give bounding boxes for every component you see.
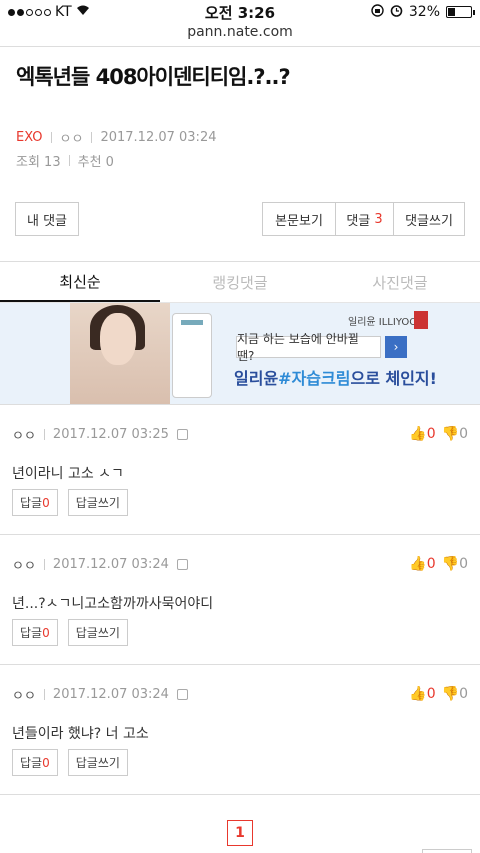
comment-item: ㅇㅇ 2017.12.07 03:24 👍0 👎0 년...?ㅅㄱ니고소함까까사… (0, 535, 480, 665)
comments-button[interactable]: 댓글 3 (335, 202, 393, 236)
battery-percent: 32% (408, 4, 440, 20)
like-button[interactable]: 👍0 (409, 426, 435, 442)
report-icon[interactable] (176, 688, 188, 700)
dislike-count: 0 (459, 426, 468, 442)
write-reply-button[interactable]: 답글쓰기 (67, 489, 128, 516)
carrier-label: KT (55, 4, 72, 20)
post-date: 2017.12.07 03:24 (100, 130, 217, 145)
signal-icon (8, 8, 51, 16)
pagination: 1 (0, 820, 480, 846)
ad-slogan-tail: 으로 체인지! (350, 369, 437, 388)
report-icon[interactable] (176, 428, 188, 440)
like-button[interactable]: 👍0 (409, 556, 435, 572)
reply-count-button[interactable]: 답글 0 (12, 749, 58, 776)
comment-list: ㅇㅇ 2017.12.07 03:25 👍0 👎0 년이라니 고소 ㅅㄱ 답글 0… (0, 405, 480, 795)
post-meta: EXO ㅇㅇ 2017.12.07 03:24 (0, 128, 480, 147)
comment-author: ㅇㅇ (12, 558, 36, 574)
reply-label: 답글 (20, 496, 43, 510)
view-post-button[interactable]: 본문보기 (262, 202, 335, 236)
page-button-current[interactable]: 1 (227, 820, 253, 846)
tab-latest[interactable]: 최신순 (0, 262, 160, 302)
wifi-icon (76, 4, 90, 20)
post-category[interactable]: EXO (16, 130, 43, 145)
post-views: 조회 13 (16, 155, 61, 170)
comment-count: 3 (374, 211, 383, 227)
reply-count-button[interactable]: 답글 0 (12, 619, 58, 646)
comment-date: 2017.12.07 03:24 (52, 686, 169, 702)
rotation-lock-icon (371, 3, 384, 21)
ad-slogan-brand: 일리윤 (234, 369, 279, 388)
write-reply-button[interactable]: 답글쓰기 (67, 619, 128, 646)
like-count: 0 (426, 556, 436, 572)
post-title: 엑톡년들 408아이덴티티임.?..? (16, 65, 291, 89)
comment-author: ㅇㅇ (12, 428, 36, 444)
like-count: 0 (426, 686, 436, 702)
tab-photo[interactable]: 사진댓글 (320, 262, 480, 302)
battery-fill (448, 8, 456, 16)
comments-label: 댓글 (346, 213, 371, 229)
dislike-count: 0 (459, 686, 468, 702)
status-bar: KT 오전 3:26 32% (0, 0, 480, 24)
ad-slogan-hashtag: #자습크림 (278, 369, 351, 388)
ad-brand-mark-icon (414, 311, 428, 329)
scroll-top-button[interactable] (422, 849, 472, 853)
report-icon[interactable] (176, 558, 188, 570)
ad-headline: 지금 하는 보습에 안바뀔 땐? (236, 332, 381, 363)
write-comment-button[interactable]: 댓글쓰기 (393, 202, 465, 236)
dislike-button[interactable]: 👎0 (442, 686, 468, 702)
ad-product-image (172, 313, 212, 398)
comment-date: 2017.12.07 03:24 (52, 556, 169, 572)
dislike-count: 0 (459, 556, 468, 572)
comment-item: ㅇㅇ 2017.12.07 03:25 👍0 👎0 년이라니 고소 ㅅㄱ 답글 0… (0, 405, 480, 535)
comment-text: 년...?ㅅㄱ니고소함까까사묵어야디 (12, 596, 214, 612)
ad-model-image (70, 303, 170, 404)
reply-count: 0 (42, 755, 50, 770)
comment-tabs: 최신순 랭킹댓글 사진댓글 (0, 261, 480, 303)
comment-text: 년들이라 했냐? 너 고소 (12, 726, 149, 742)
dislike-button[interactable]: 👎0 (442, 426, 468, 442)
ad-slogan: 일리윤#자습크림으로 체인지! (234, 365, 437, 389)
ad-arrow-icon[interactable]: › (385, 336, 407, 358)
alarm-icon (390, 4, 403, 21)
reply-count: 0 (42, 625, 50, 640)
tab-ranking[interactable]: 랭킹댓글 (160, 262, 320, 302)
comment-date: 2017.12.07 03:25 (52, 426, 169, 442)
my-comments-button[interactable]: 내 댓글 (15, 202, 79, 236)
ad-banner[interactable]: 일리윤 ILLIYOON 지금 하는 보습에 안바뀔 땐? › 일리윤#자습크림… (0, 303, 480, 404)
post-recommend: 추천 0 (77, 155, 114, 170)
carrier-signal: KT (8, 4, 90, 20)
post-stats: 조회 13 추천 0 (0, 151, 480, 170)
write-reply-button[interactable]: 답글쓰기 (67, 749, 128, 776)
dislike-button[interactable]: 👎0 (442, 556, 468, 572)
reply-count: 0 (42, 495, 50, 510)
comment-item: ㅇㅇ 2017.12.07 03:24 👍0 👎0 년들이라 했냐? 너 고소 … (0, 665, 480, 795)
reply-label: 답글 (20, 756, 43, 770)
like-count: 0 (426, 426, 436, 442)
reply-label: 답글 (20, 626, 43, 640)
url-bar[interactable]: pann.nate.com (0, 24, 480, 44)
comment-text: 년이라니 고소 ㅅㄱ (12, 466, 124, 482)
battery-icon (446, 6, 475, 18)
like-button[interactable]: 👍0 (409, 686, 435, 702)
reply-count-button[interactable]: 답글 0 (12, 489, 58, 516)
post-author: ㅇㅇ (59, 132, 84, 147)
comment-author: ㅇㅇ (12, 688, 36, 704)
